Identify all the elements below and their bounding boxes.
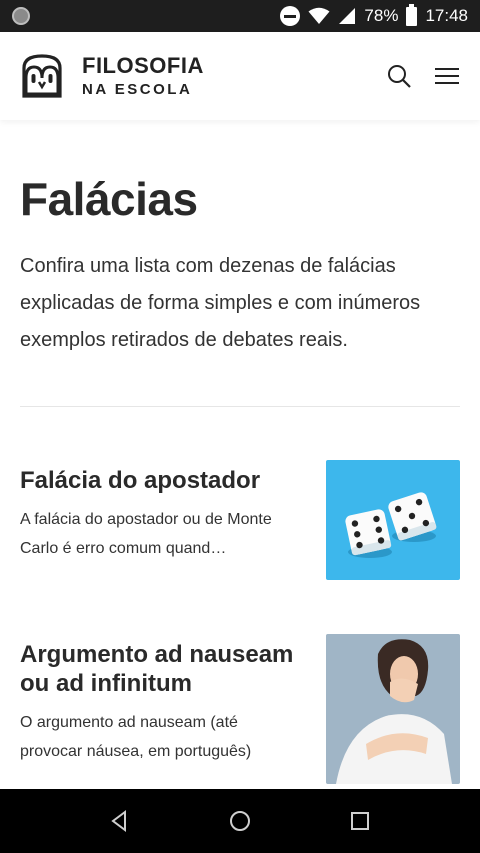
dice-image[interactable]	[326, 460, 460, 580]
article-excerpt: A falácia do apostador ou de Monte Carlo…	[20, 511, 272, 557]
home-icon[interactable]	[229, 810, 251, 832]
menu-icon	[435, 68, 459, 84]
page-title: Falácias	[20, 173, 198, 225]
search-button[interactable]	[386, 63, 412, 89]
status-bar: 78% 17:48	[0, 0, 480, 32]
brand-title: FILOSOFIA	[82, 53, 204, 78]
notification-dot-icon	[12, 7, 30, 25]
article-title[interactable]: Argumento ad nauseam ou ad infinitum	[20, 640, 304, 698]
article-card[interactable]: Falácia do apostador A falácia do aposta…	[20, 460, 460, 580]
battery-charging-icon	[406, 3, 418, 26]
battery-percentage: 78%	[364, 6, 399, 25]
site-header: FILOSOFIA NA ESCOLA	[0, 32, 480, 120]
main-content: Falácias Confira uma lista com dezenas d…	[0, 120, 480, 784]
navigation-bar	[0, 789, 480, 853]
article-card[interactable]: Argumento ad nauseam ou ad infinitum O a…	[20, 634, 460, 784]
cell-signal-icon	[339, 8, 356, 24]
brand-subtitle: NA ESCOLA	[82, 81, 193, 98]
nauseous-woman-image[interactable]	[326, 634, 460, 784]
menu-button[interactable]	[434, 63, 460, 89]
article-excerpt: O argumento ad nauseam (até provocar náu…	[20, 714, 252, 760]
owl-logo-icon[interactable]	[20, 54, 64, 98]
do-not-disturb-icon	[280, 6, 301, 26]
article-title[interactable]: Falácia do apostador	[20, 466, 304, 495]
clock: 17:48	[425, 6, 468, 25]
search-icon	[388, 65, 411, 88]
recents-icon[interactable]	[349, 810, 371, 832]
divider	[20, 406, 460, 407]
brand-name[interactable]: FILOSOFIA NA ESCOLA	[82, 53, 204, 98]
wifi-icon	[308, 7, 330, 24]
page-intro: Confira uma lista com dezenas de falácia…	[20, 255, 421, 351]
back-icon[interactable]	[109, 810, 131, 832]
